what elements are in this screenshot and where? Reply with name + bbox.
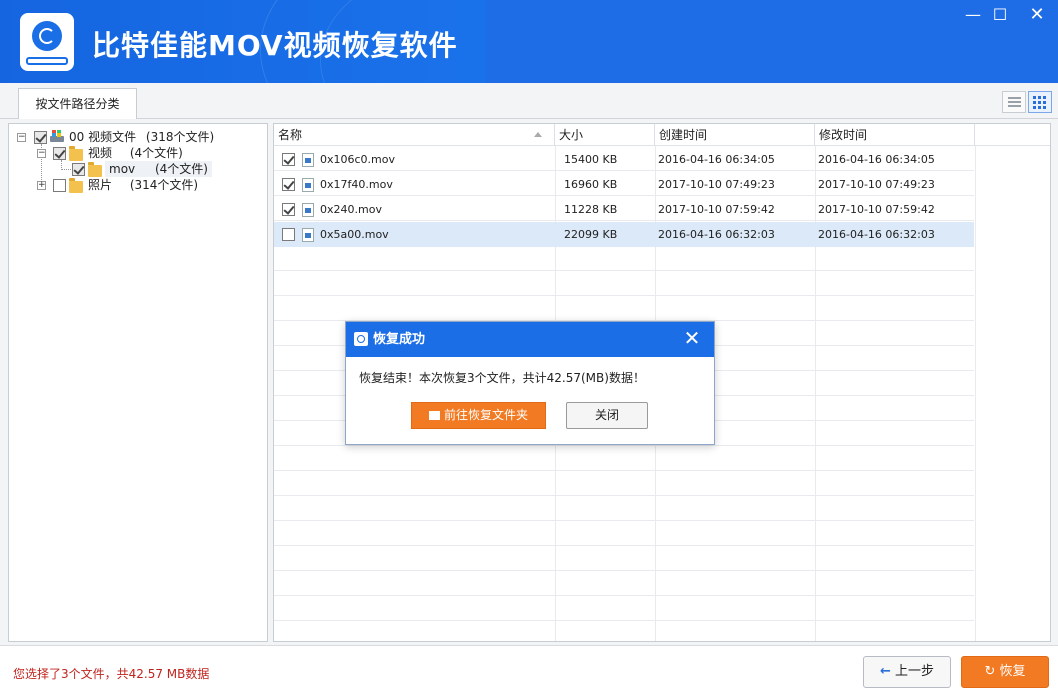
grid-row-line: [274, 471, 974, 496]
column-header-modified[interactable]: 修改时间: [815, 124, 975, 146]
tree-item-label: 00 视频文件: [69, 130, 137, 144]
app-logo-icon: [20, 13, 74, 71]
app-title: 比特佳能MOV视频恢复软件: [92, 29, 458, 62]
recover-icon: ↻: [984, 664, 996, 679]
tree-checkbox[interactable]: [53, 179, 66, 192]
file-name: 0x5a00.mov: [320, 228, 389, 241]
file-created: 2017-10-10 07:49:23: [658, 178, 775, 191]
close-window-button[interactable]: ✕: [1024, 4, 1050, 28]
file-modified: 2016-04-16 06:34:05: [818, 153, 935, 166]
tree-item-count: (314个文件): [129, 178, 199, 192]
grid-row-line: [274, 521, 974, 546]
status-bar: 您选择了3个文件，共42.57 MB数据 ← 上一步 ↻ 恢复: [0, 645, 1058, 699]
column-header-created[interactable]: 创建时间: [655, 124, 815, 146]
grid-line: [975, 146, 976, 641]
column-header-name[interactable]: 名称: [274, 124, 555, 146]
tree-item-photos[interactable]: 照片 (314个文件): [88, 177, 198, 193]
folder-icon: [88, 162, 102, 177]
grid-row-line: [274, 546, 974, 571]
maximize-button[interactable]: ☐: [987, 4, 1013, 28]
tree-item-label: mov: [109, 162, 136, 176]
row-checkbox[interactable]: [282, 153, 295, 166]
folder-icon: [69, 146, 83, 161]
table-row[interactable]: 0x106c0.mov 15400 KB 2016-04-16 06:34:05…: [274, 147, 974, 172]
dialog-close-icon[interactable]: ✕: [680, 326, 704, 350]
file-size: 16960 KB: [564, 178, 618, 191]
tree-item-count: (318个文件): [145, 130, 215, 144]
file-created: 2016-04-16 06:32:03: [658, 228, 775, 241]
grid-row-line: [274, 446, 974, 471]
file-modified: 2017-10-10 07:49:23: [818, 178, 935, 191]
table-row[interactable]: 0x240.mov 11228 KB 2017-10-10 07:59:42 2…: [274, 197, 974, 222]
grid-view-icon[interactable]: [1028, 91, 1052, 113]
row-checkbox[interactable]: [282, 203, 295, 216]
file-created: 2016-04-16 06:34:05: [658, 153, 775, 166]
minimize-button[interactable]: —: [960, 4, 986, 28]
column-header-size[interactable]: 大小: [555, 124, 655, 146]
folder-tree: − 00 视频文件 (318个文件) − 视频 (4个文件) mov (4个文件…: [8, 123, 268, 642]
recovery-success-dialog: 恢复成功 ✕ 恢复结束！本次恢复3个文件，共计42.57(MB)数据！ 前往恢复…: [345, 321, 715, 445]
folder-icon: [428, 411, 440, 420]
previous-step-button[interactable]: ← 上一步: [863, 656, 951, 688]
dialog-header: 恢复成功 ✕: [346, 322, 714, 357]
tree-checkbox[interactable]: [34, 131, 47, 144]
file-name: 0x240.mov: [320, 203, 382, 216]
list-view-icon[interactable]: [1002, 91, 1026, 113]
file-name: 0x17f40.mov: [320, 178, 393, 191]
file-modified: 2016-04-16 06:32:03: [818, 228, 935, 241]
folder-icon: [69, 178, 83, 193]
collapse-toggle[interactable]: −: [17, 133, 26, 142]
video-file-icon: [302, 153, 314, 167]
row-checkbox[interactable]: [282, 228, 295, 241]
tree-item-count: (4个文件): [154, 162, 208, 176]
sort-ascending-icon: [534, 132, 542, 137]
open-folder-label: 前往恢复文件夹: [443, 408, 528, 422]
file-size: 11228 KB: [564, 203, 618, 216]
tab-strip: 按文件路径分类: [0, 83, 1058, 120]
recover-button[interactable]: ↻ 恢复: [961, 656, 1049, 688]
arrow-left-icon: ←: [880, 664, 891, 679]
file-modified: 2017-10-10 07:59:42: [818, 203, 935, 216]
tree-item-label: 视频: [88, 146, 113, 160]
grid-row-line: [274, 571, 974, 596]
grid-row-line: [274, 271, 974, 296]
grid-row-line: [274, 596, 974, 621]
tree-checkbox[interactable]: [53, 147, 66, 160]
table-row-selected[interactable]: 0x5a00.mov 22099 KB 2016-04-16 06:32:03 …: [274, 222, 974, 247]
grid-row-line: [274, 246, 974, 271]
open-recovery-folder-button[interactable]: 前往恢复文件夹: [411, 402, 546, 429]
dialog-title: 恢复成功: [373, 332, 426, 347]
expand-toggle[interactable]: +: [37, 181, 46, 190]
tree-item-count: (4个文件): [129, 146, 183, 160]
tree-item-video[interactable]: 视频 (4个文件): [88, 145, 183, 161]
previous-step-label: 上一步: [894, 664, 934, 679]
tree-item-root[interactable]: 00 视频文件 (318个文件): [69, 129, 214, 145]
row-checkbox[interactable]: [282, 178, 295, 191]
tree-item-mov[interactable]: mov (4个文件): [105, 161, 212, 177]
file-size: 15400 KB: [564, 153, 618, 166]
dialog-close-button[interactable]: 关闭: [566, 402, 648, 429]
grid-row-line: [274, 496, 974, 521]
dialog-message: 恢复结束！本次恢复3个文件，共计42.57(MB)数据！: [359, 371, 645, 385]
file-size: 22099 KB: [564, 228, 618, 241]
file-name: 0x106c0.mov: [320, 153, 396, 166]
tree-item-label: 照片: [88, 178, 113, 192]
drive-icon: [49, 129, 65, 143]
tree-checkbox[interactable]: [72, 163, 85, 176]
file-created: 2017-10-10 07:59:42: [658, 203, 775, 216]
video-file-icon: [302, 203, 314, 217]
title-bar: 比特佳能MOV视频恢复软件 — ☐ ✕: [0, 0, 1058, 83]
video-file-icon: [302, 228, 314, 242]
recover-label: 恢复: [999, 664, 1026, 679]
tab-by-path[interactable]: 按文件路径分类: [18, 88, 137, 120]
table-header: 名称 大小 创建时间 修改时间: [274, 124, 1050, 146]
grid-row-line: [274, 621, 974, 641]
table-row[interactable]: 0x17f40.mov 16960 KB 2017-10-10 07:49:23…: [274, 172, 974, 197]
app-logo-icon: [354, 332, 368, 346]
grid-row-line: [274, 296, 974, 321]
selection-summary: 您选择了3个文件，共42.57 MB数据: [13, 667, 210, 681]
collapse-toggle[interactable]: −: [37, 149, 46, 158]
video-file-icon: [302, 178, 314, 192]
